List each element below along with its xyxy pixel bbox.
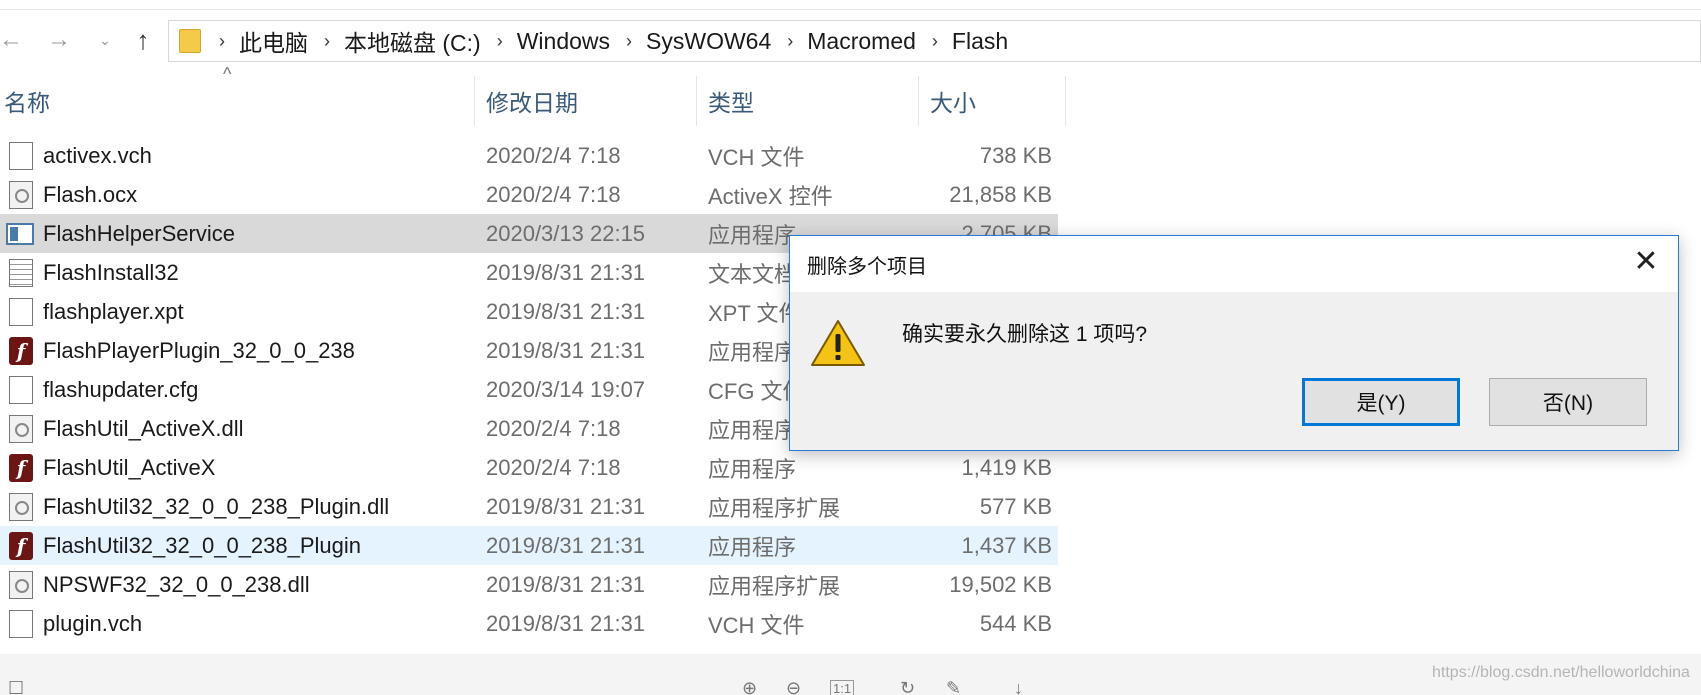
file-name: FlashUtil_ActiveX.dll bbox=[43, 415, 244, 441]
file-type: 应用程序 bbox=[708, 534, 797, 560]
address-bar[interactable]: › 此电脑 › 本地磁盘 (C:) › Windows › SysWOW64 ›… bbox=[168, 20, 1701, 62]
file-name: FlashUtil32_32_0_0_238_Plugin.dll bbox=[43, 493, 390, 519]
column-header-name[interactable]: 名称 bbox=[0, 76, 475, 126]
file-type: 应用程序 bbox=[708, 456, 797, 482]
file-type: VCH 文件 bbox=[708, 612, 805, 638]
chevron-right-icon[interactable]: › bbox=[324, 31, 330, 52]
file-date: 2020/2/4 7:18 bbox=[486, 142, 621, 168]
up-arrow-icon[interactable]: ↑ bbox=[128, 24, 158, 56]
file-name: Flash.ocx bbox=[43, 181, 138, 207]
document-icon bbox=[9, 142, 33, 170]
file-name: activex.vch bbox=[43, 142, 152, 168]
actual-size-icon[interactable]: 1:1 bbox=[830, 680, 855, 695]
file-row[interactable]: f FlashUtil_ActiveX 2020/2/4 7:18 应用程序 1,419… bbox=[0, 448, 1058, 487]
chevron-right-icon[interactable]: › bbox=[497, 31, 503, 52]
edit-pen-icon[interactable]: ✎ bbox=[946, 678, 961, 695]
breadcrumb-windows[interactable]: Windows bbox=[517, 28, 610, 55]
activex-icon bbox=[9, 181, 33, 209]
file-date: 2020/3/13 22:15 bbox=[486, 220, 646, 246]
file-date: 2019/8/31 21:31 bbox=[486, 610, 646, 636]
breadcrumb-macromed[interactable]: Macromed bbox=[807, 28, 916, 55]
delete-confirm-dialog: 删除多个项目 ✕ 确实要永久删除这 1 项吗? 是(Y) 否(N) bbox=[789, 235, 1679, 451]
warning-icon bbox=[811, 320, 865, 366]
file-name: flashupdater.cfg bbox=[43, 376, 199, 402]
breadcrumb-syswow64[interactable]: SysWOW64 bbox=[646, 28, 771, 55]
file-date: 2019/8/31 21:31 bbox=[486, 337, 646, 363]
flash-icon: f bbox=[9, 532, 33, 560]
breadcrumb-local-disk[interactable]: 本地磁盘 (C:) bbox=[344, 24, 481, 58]
file-row[interactable]: f FlashUtil32_32_0_0_238_Plugin 2019/8/31 … bbox=[0, 526, 1058, 565]
file-type: 应用程序扩展 bbox=[708, 495, 841, 521]
chevron-right-icon[interactable]: › bbox=[787, 31, 793, 52]
recent-locations-chevron-icon[interactable]: ⌄ bbox=[90, 24, 120, 56]
file-date: 2020/2/4 7:18 bbox=[486, 181, 621, 207]
dll-icon bbox=[9, 493, 33, 521]
file-type: VCH 文件 bbox=[708, 144, 805, 170]
folder-icon bbox=[179, 29, 201, 53]
file-name: FlashUtil_ActiveX bbox=[43, 454, 216, 480]
file-row[interactable]: Flash.ocx 2020/2/4 7:18 ActiveX 控件 21,858 K… bbox=[0, 175, 1058, 214]
column-header-date[interactable]: 修改日期 bbox=[475, 76, 697, 126]
flash-icon: f bbox=[9, 454, 33, 482]
zoom-in-icon[interactable]: ⊕ bbox=[742, 678, 757, 695]
file-date: 2019/8/31 21:31 bbox=[486, 298, 646, 324]
watermark: https://blog.csdn.net/helloworldchina bbox=[1432, 664, 1690, 681]
column-header-type[interactable]: 类型 bbox=[697, 76, 919, 126]
rotate-icon[interactable]: ↻ bbox=[900, 678, 915, 695]
file-size: 21,858 KB bbox=[949, 181, 1052, 207]
text-file-icon bbox=[9, 259, 33, 287]
file-row[interactable]: plugin.vch 2019/8/31 21:31 VCH 文件 544 KB bbox=[0, 604, 1058, 643]
breadcrumb-this-pc[interactable]: 此电脑 bbox=[239, 24, 308, 58]
file-type: 应用程序扩展 bbox=[708, 573, 841, 599]
file-row[interactable]: FlashUtil32_32_0_0_238_Plugin.dll 2019/8/… bbox=[0, 487, 1058, 526]
dialog-message: 确实要永久删除这 1 项吗? bbox=[902, 323, 1148, 346]
service-icon bbox=[6, 223, 34, 245]
flash-icon: f bbox=[9, 337, 33, 365]
file-size: 19,502 KB bbox=[949, 571, 1052, 597]
file-name: plugin.vch bbox=[43, 610, 143, 636]
file-date: 2019/8/31 21:31 bbox=[486, 259, 646, 285]
document-icon bbox=[9, 376, 33, 404]
file-size: 544 KB bbox=[979, 610, 1052, 636]
file-date: 2020/2/4 7:18 bbox=[486, 415, 621, 441]
file-date: 2019/8/31 21:31 bbox=[486, 493, 646, 519]
file-date: 2019/8/31 21:31 bbox=[486, 571, 646, 597]
file-name: FlashHelperService bbox=[43, 220, 235, 246]
dll-icon bbox=[9, 571, 33, 599]
file-name: FlashPlayerPlugin_32_0_0_238 bbox=[43, 337, 355, 363]
yes-button[interactable]: 是(Y) bbox=[1302, 378, 1460, 426]
file-date: 2019/8/31 21:31 bbox=[486, 532, 646, 558]
file-size: 577 KB bbox=[979, 493, 1052, 519]
chevron-right-icon[interactable]: › bbox=[626, 31, 632, 52]
file-date: 2020/2/4 7:18 bbox=[486, 454, 621, 480]
forward-arrow-icon[interactable]: → bbox=[44, 24, 74, 56]
file-row[interactable]: NPSWF32_32_0_0_238.dll 2019/8/31 21:31 应用程… bbox=[0, 565, 1058, 604]
back-arrow-icon[interactable]: ← bbox=[0, 24, 26, 56]
zoom-out-icon[interactable]: ⊖ bbox=[786, 678, 801, 695]
dialog-title: 删除多个项目 bbox=[790, 236, 1678, 292]
dll-icon bbox=[9, 415, 33, 443]
file-type: ActiveX 控件 bbox=[708, 183, 833, 209]
window-icon[interactable]: ☐ bbox=[8, 678, 24, 695]
file-name: FlashUtil32_32_0_0_238_Plugin bbox=[43, 532, 362, 558]
document-icon bbox=[9, 610, 33, 638]
window-top-edge bbox=[0, 0, 1701, 10]
file-date: 2020/3/14 19:07 bbox=[486, 376, 646, 402]
file-row[interactable]: activex.vch 2020/2/4 7:18 VCH 文件 738 KB bbox=[0, 136, 1058, 175]
breadcrumb-flash[interactable]: Flash bbox=[952, 28, 1008, 55]
file-name: FlashInstall32 bbox=[43, 259, 179, 285]
file-name: flashplayer.xpt bbox=[43, 298, 184, 324]
navigation-bar: ← → ⌄ ↑ › 此电脑 › 本地磁盘 (C:) › Windows › Sy… bbox=[0, 14, 1701, 66]
chevron-right-icon[interactable]: › bbox=[219, 31, 225, 52]
no-button[interactable]: 否(N) bbox=[1489, 378, 1647, 426]
file-name: NPSWF32_32_0_0_238.dll bbox=[43, 571, 310, 597]
file-size: 1,437 KB bbox=[961, 532, 1052, 558]
file-size: 1,419 KB bbox=[961, 454, 1052, 480]
file-size: 738 KB bbox=[979, 142, 1052, 168]
document-icon bbox=[9, 298, 33, 326]
download-icon[interactable]: ↓ bbox=[1014, 678, 1023, 695]
chevron-right-icon[interactable]: › bbox=[932, 31, 938, 52]
column-header-size[interactable]: 大小 bbox=[919, 76, 1066, 126]
close-icon[interactable]: ✕ bbox=[1630, 246, 1662, 278]
